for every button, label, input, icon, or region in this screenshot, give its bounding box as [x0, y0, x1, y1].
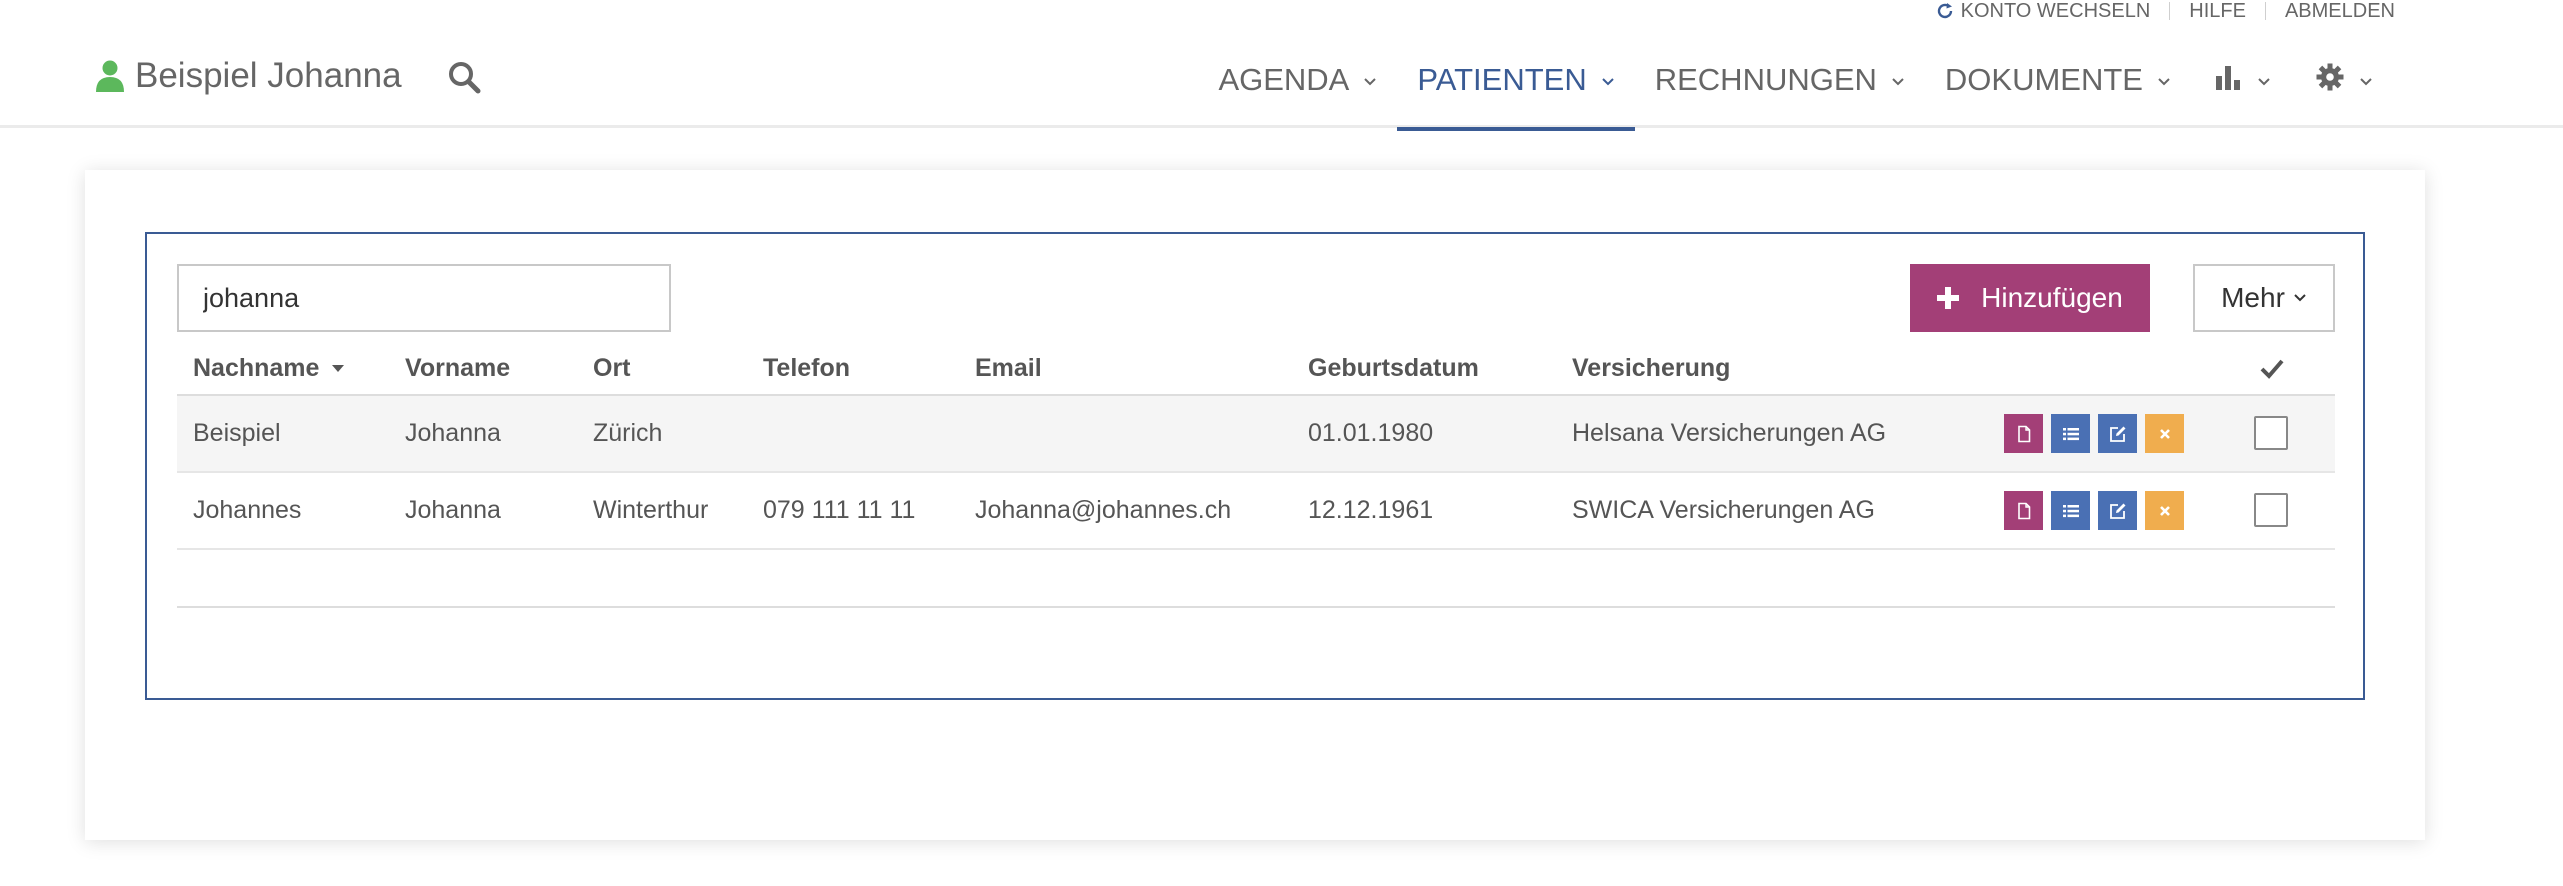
gear-icon: [2316, 63, 2344, 91]
column-header-vorname[interactable]: Vorname: [405, 342, 510, 394]
column-header-ort[interactable]: Ort: [593, 342, 631, 394]
cell-ort: Winterthur: [593, 496, 709, 524]
edit-button[interactable]: [2098, 414, 2137, 453]
nav-dokumente-label: DOKUMENTE: [1944, 62, 2143, 97]
search-icon[interactable]: [447, 60, 481, 94]
nav-statistics[interactable]: [2191, 62, 2293, 128]
chevron-down-icon: [1892, 78, 1904, 86]
switch-account-link[interactable]: KONTO WECHSELN: [1935, 0, 2151, 23]
nav-agenda-label: AGENDA: [1218, 62, 1350, 97]
check-icon: [2260, 359, 2284, 379]
document-icon: [2017, 425, 2030, 442]
cell-nachname: Beispiel: [193, 419, 281, 447]
row-select-checkbox[interactable]: [2254, 416, 2288, 450]
content-card: Hinzufügen Mehr Nachname Vorname Ort Tel…: [85, 170, 2425, 840]
column-header-telefon[interactable]: Telefon: [763, 342, 850, 394]
more-dropdown-button[interactable]: Mehr: [2193, 264, 2335, 332]
nav-settings[interactable]: [2293, 62, 2395, 128]
divider: [2264, 2, 2266, 20]
cell-vorname: Johanna: [405, 496, 501, 524]
switch-account-label: KONTO WECHSELN: [1960, 0, 2151, 22]
cell-geburtsdatum: 01.01.1980: [1308, 419, 1434, 447]
add-patient-label: Hinzufügen: [1981, 282, 2123, 313]
nav-patienten[interactable]: PATIENTEN: [1397, 62, 1636, 131]
chevron-down-icon: [2294, 294, 2306, 302]
more-label: Mehr: [2221, 282, 2285, 313]
nav-patienten-label: PATIENTEN: [1417, 62, 1587, 97]
select-column-header: [2260, 342, 2284, 394]
nav-rechnungen-label: RECHNUNGEN: [1654, 62, 1877, 97]
chevron-down-icon: [1602, 78, 1614, 86]
cell-versicherung: Helsana Versicherungen AG: [1572, 419, 1887, 447]
patient-table: Nachname Vorname Ort Telefon Email Gebur…: [177, 342, 2335, 550]
table-footer-divider: [177, 606, 2335, 608]
document-button[interactable]: [2004, 414, 2043, 453]
column-header-geburtsdatum[interactable]: Geburtsdatum: [1308, 342, 1479, 394]
cell-nachname: Johannes: [193, 496, 302, 524]
list-button[interactable]: [2051, 414, 2090, 453]
app-header: KONTO WECHSELN HILFE ABMELDEN Beispiel J…: [0, 0, 2563, 131]
column-header-nachname[interactable]: Nachname: [193, 342, 345, 394]
edit-button[interactable]: [2098, 491, 2137, 530]
delete-button[interactable]: [2145, 414, 2184, 453]
column-header-versicherung[interactable]: Versicherung: [1572, 342, 1730, 394]
refresh-icon: [1937, 3, 1952, 19]
help-link[interactable]: HILFE: [2189, 0, 2246, 23]
row-select-checkbox[interactable]: [2254, 493, 2288, 527]
sort-down-icon: [332, 365, 345, 372]
document-button[interactable]: [2004, 491, 2043, 530]
bar-chart-icon: [2216, 66, 2240, 90]
document-icon: [2017, 502, 2030, 519]
cell-geburtsdatum: 12.12.1961: [1308, 496, 1434, 524]
column-header-email[interactable]: Email: [975, 342, 1042, 394]
chevron-down-icon: [2360, 78, 2372, 86]
close-icon: [2159, 428, 2170, 439]
chevron-down-icon: [2158, 78, 2170, 86]
list-button[interactable]: [2051, 491, 2090, 530]
main-nav: AGENDA PATIENTEN RECHNUNGEN DOKUMENTE: [1198, 62, 2395, 131]
table-row: Beispiel Johanna Zürich 01.01.1980 Helsa…: [177, 396, 2335, 473]
table-header: Nachname Vorname Ort Telefon Email Gebur…: [177, 342, 2335, 396]
cell-ort: Zürich: [593, 419, 663, 447]
table-row: Johannes Johanna Winterthur 079 111 11 1…: [177, 473, 2335, 550]
nav-agenda[interactable]: AGENDA: [1198, 62, 1397, 128]
add-patient-button[interactable]: Hinzufügen: [1910, 264, 2150, 332]
logout-link[interactable]: ABMELDEN: [2285, 0, 2395, 23]
close-icon: [2159, 505, 2170, 516]
user-icon: [96, 60, 124, 92]
user-name: Beispiel Johanna: [135, 56, 402, 95]
edit-icon: [2109, 503, 2125, 519]
plus-icon: [1937, 287, 1960, 309]
nav-dokumente[interactable]: DOKUMENTE: [1925, 62, 2191, 128]
utility-bar: KONTO WECHSELN HILFE ABMELDEN: [1935, 0, 2395, 22]
patient-search-input[interactable]: [177, 264, 671, 332]
cell-telefon: 079 111 11 11: [763, 496, 916, 524]
chevron-down-icon: [2258, 78, 2270, 86]
patient-list-panel: Hinzufügen Mehr Nachname Vorname Ort Tel…: [145, 232, 2365, 700]
nav-rechnungen[interactable]: RECHNUNGEN: [1635, 62, 1925, 128]
delete-button[interactable]: [2145, 491, 2184, 530]
list-icon: [2062, 427, 2079, 440]
divider: [2169, 2, 2171, 20]
chevron-down-icon: [1364, 78, 1377, 86]
current-user[interactable]: Beispiel Johanna: [95, 56, 402, 96]
cell-vorname: Johanna: [405, 419, 501, 447]
cell-email: Johanna@johannes.ch: [975, 496, 1232, 524]
cell-versicherung: SWICA Versicherungen AG: [1572, 496, 1875, 524]
column-header-label: Nachname: [193, 353, 320, 382]
edit-icon: [2109, 426, 2125, 442]
list-icon: [2062, 504, 2079, 517]
